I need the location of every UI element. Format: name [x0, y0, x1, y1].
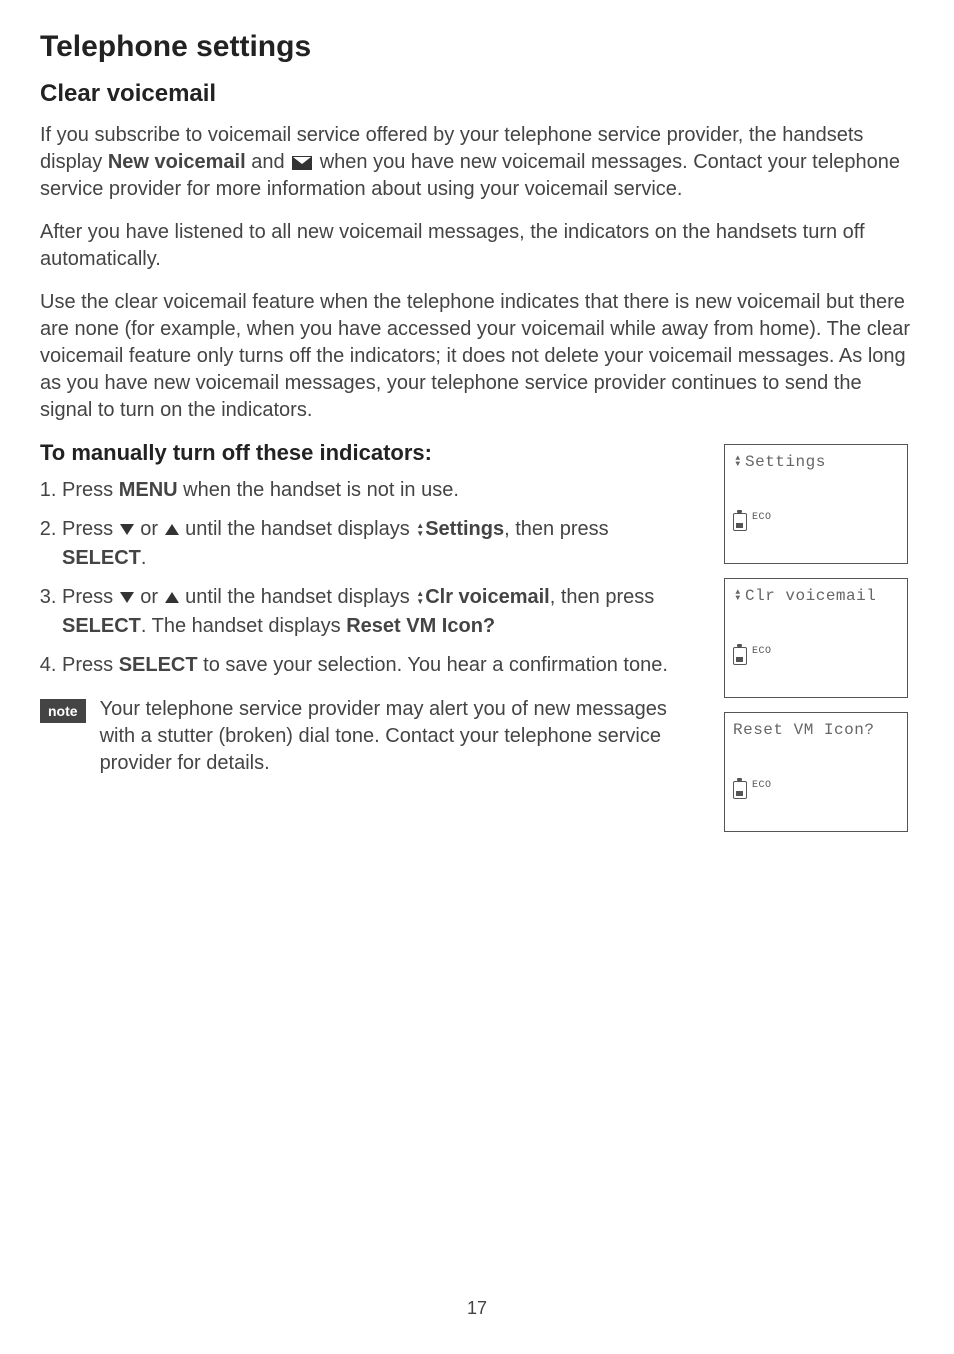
battery-icon: [733, 781, 747, 799]
step-2-text-e: .: [141, 547, 147, 569]
mail-icon: [292, 156, 312, 170]
step-3-text-d: , then press: [550, 586, 655, 608]
step-2-text-b: or: [135, 518, 164, 540]
eco-label: ECO: [752, 780, 772, 791]
lcd-screen-settings: Settings ECO: [724, 444, 908, 564]
step-3-text-b: or: [135, 586, 164, 608]
down-arrow-icon: [120, 592, 134, 603]
paragraph-2: After you have listened to all new voice…: [40, 219, 914, 273]
up-arrow-icon: [165, 592, 179, 603]
clr-voicemail-label: Clr voicemail: [425, 586, 550, 608]
eco-label: ECO: [752, 512, 772, 523]
battery-icon: [733, 513, 747, 531]
updown-icon: [733, 455, 743, 469]
menu-button-label: MENU: [119, 479, 178, 501]
step-2-text-d: , then press: [504, 518, 609, 540]
step-4: Press SELECT to save your selection. You…: [62, 651, 694, 680]
manual-page: Telephone settings Clear voicemail If yo…: [0, 0, 954, 832]
step-4-text-b: to save your selection. You hear a confi…: [198, 654, 668, 676]
updown-icon: ▲▼: [416, 590, 424, 606]
settings-label: Settings: [425, 518, 504, 540]
intro-text-2: and: [246, 151, 290, 173]
updown-icon: [733, 589, 743, 603]
lcd-screen-reset-vm: Reset VM Icon? ECO: [724, 712, 908, 832]
lcd-screen-clr-voicemail: Clr voicemail ECO: [724, 578, 908, 698]
note-text: Your telephone service provider may aler…: [100, 696, 694, 777]
select-label: SELECT: [62, 615, 141, 637]
lcd-text-clr: Clr voicemail: [745, 587, 876, 605]
sub-heading: To manually turn off these indicators:: [40, 440, 694, 466]
step-3-text-a: Press: [62, 586, 119, 608]
select-label: SELECT: [62, 547, 141, 569]
step-1-text-b: when the handset is not in use.: [178, 479, 459, 501]
up-arrow-icon: [165, 524, 179, 535]
step-3: Press or until the handset displays ▲▼Cl…: [62, 583, 694, 641]
note-badge: note: [40, 699, 86, 723]
steps-list: Press MENU when the handset is not in us…: [40, 476, 694, 680]
intro-paragraph: If you subscribe to voicemail service of…: [40, 122, 914, 203]
step-3-text-c: until the handset displays: [180, 586, 416, 608]
reset-vm-label: Reset VM Icon?: [346, 615, 495, 637]
step-1: Press MENU when the handset is not in us…: [62, 476, 694, 505]
section-heading: Clear voicemail: [40, 80, 914, 108]
note-block: note Your telephone service provider may…: [40, 696, 694, 777]
step-1-text-a: Press: [62, 479, 119, 501]
paragraph-3: Use the clear voicemail feature when the…: [40, 289, 914, 424]
page-number: 17: [0, 1298, 954, 1319]
select-label: SELECT: [119, 654, 198, 676]
new-voicemail-label: New voicemail: [108, 151, 246, 173]
lcd-text-reset: Reset VM Icon?: [733, 721, 874, 739]
down-arrow-icon: [120, 524, 134, 535]
lcd-screens-column: Settings ECO Clr voicemail ECO: [724, 444, 914, 832]
page-title: Telephone settings: [40, 30, 914, 64]
eco-label: ECO: [752, 646, 772, 657]
step-3-text-e: . The handset displays: [141, 615, 346, 637]
step-2: Press or until the handset displays ▲▼Se…: [62, 515, 694, 573]
updown-icon: ▲▼: [416, 522, 424, 538]
step-2-text-a: Press: [62, 518, 119, 540]
step-4-text-a: Press: [62, 654, 119, 676]
battery-icon: [733, 647, 747, 665]
step-2-text-c: until the handset displays: [180, 518, 416, 540]
lcd-text-settings: Settings: [745, 453, 826, 471]
